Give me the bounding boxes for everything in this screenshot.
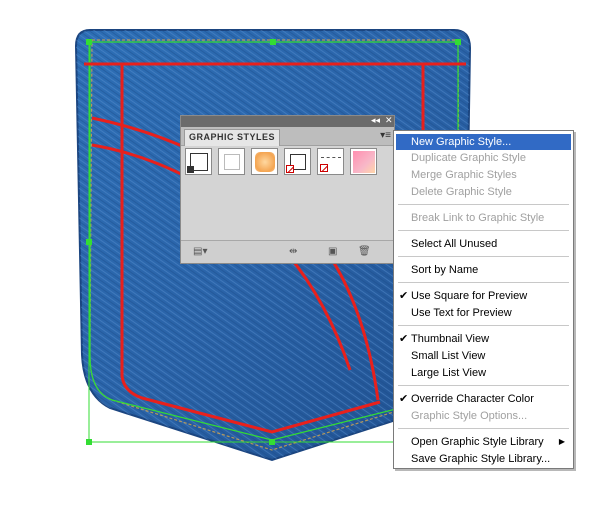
panel-footer: ▤▾ ⇹ ▣ 🗑	[181, 240, 394, 263]
menu-separator	[398, 230, 569, 231]
menu-separator	[398, 204, 569, 205]
graphic-styles-flyout-menu: New Graphic Style... Duplicate Graphic S…	[393, 130, 574, 469]
menu-item-large-list-view[interactable]: Large List View	[396, 365, 571, 381]
panel-title-bar[interactable]: ◂◂ ✕	[181, 116, 394, 127]
graphic-styles-panel: ◂◂ ✕ GRAPHIC STYLES ▾≡ ▤▾ ⇹ ▣ 🗑	[180, 115, 395, 264]
panel-tab-row: GRAPHIC STYLES ▾≡	[181, 127, 394, 146]
check-icon: ✔	[399, 290, 409, 302]
menu-item-delete-graphic-style[interactable]: Delete Graphic Style	[396, 184, 571, 200]
menu-item-save-graphic-style-library[interactable]: Save Graphic Style Library...	[396, 451, 571, 467]
submenu-arrow-icon: ▶	[558, 437, 565, 446]
menu-separator	[398, 325, 569, 326]
menu-item-sort-by-name[interactable]: Sort by Name	[396, 262, 571, 278]
delete-icon[interactable]: 🗑	[358, 246, 371, 258]
graphic-style-libraries-icon[interactable]: ▤▾	[193, 246, 207, 258]
menu-item-break-link[interactable]: Break Link to Graphic Style	[396, 210, 571, 226]
check-icon: ✔	[399, 333, 409, 345]
menu-item-merge-graphic-styles[interactable]: Merge Graphic Styles	[396, 167, 571, 183]
panel-menu-icon[interactable]: ▾≡	[380, 130, 391, 142]
break-link-icon[interactable]: ⇹	[289, 246, 297, 258]
menu-item-select-all-unused[interactable]: Select All Unused	[396, 236, 571, 252]
menu-item-thumbnail-view[interactable]: ✔ Thumbnail View	[396, 331, 571, 347]
swatch-pink-gradient-style[interactable]	[350, 148, 377, 175]
new-style-icon[interactable]: ▣	[328, 246, 337, 258]
menu-item-small-list-view[interactable]: Small List View	[396, 348, 571, 364]
menu-separator	[398, 256, 569, 257]
menu-separator	[398, 385, 569, 386]
check-icon: ✔	[399, 393, 409, 405]
double-chevron-left-icon[interactable]: ◂◂	[371, 116, 380, 127]
tab-graphic-styles[interactable]: GRAPHIC STYLES	[184, 129, 281, 146]
swatch-dashed-stroke-style[interactable]	[317, 148, 344, 175]
swatch-empty-style[interactable]	[218, 148, 245, 175]
menu-item-open-graphic-style-library[interactable]: Open Graphic Style Library ▶	[396, 434, 571, 450]
swatch-no-fill-style[interactable]	[284, 148, 311, 175]
swatch-default-style[interactable]	[185, 148, 212, 175]
swatch-orange-glow-style[interactable]	[251, 148, 278, 175]
menu-item-use-text-for-preview[interactable]: Use Text for Preview	[396, 305, 571, 321]
close-icon[interactable]: ✕	[385, 116, 393, 127]
menu-item-graphic-style-options[interactable]: Graphic Style Options...	[396, 408, 571, 424]
menu-separator	[398, 428, 569, 429]
menu-item-use-square-for-preview[interactable]: ✔ Use Square for Preview	[396, 288, 571, 304]
menu-item-override-character-color[interactable]: ✔ Override Character Color	[396, 391, 571, 407]
styles-swatch-list	[185, 148, 391, 178]
menu-item-new-graphic-style[interactable]: New Graphic Style...	[396, 134, 571, 150]
menu-item-duplicate-graphic-style[interactable]: Duplicate Graphic Style	[396, 150, 571, 166]
menu-separator	[398, 282, 569, 283]
